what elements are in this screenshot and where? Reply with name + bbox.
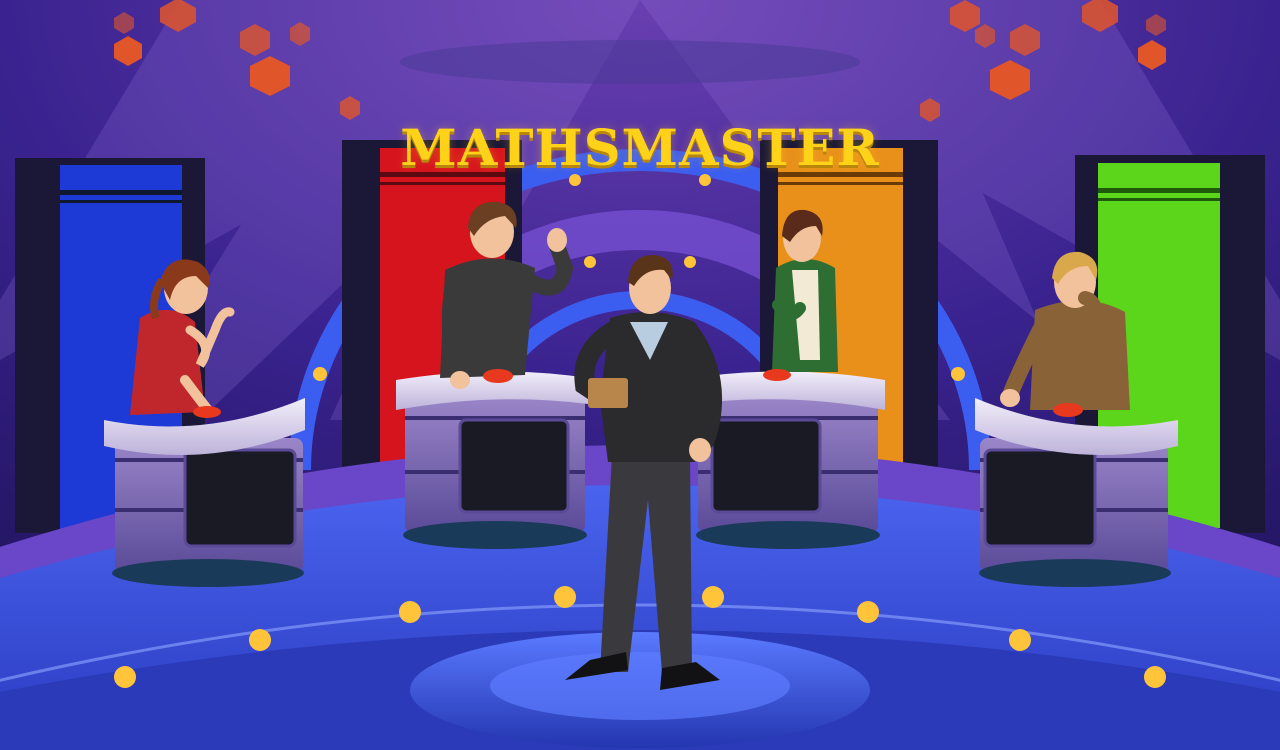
podium-2 <box>396 371 588 549</box>
buzzer-button-2[interactable] <box>483 369 513 383</box>
buzzer-button-1[interactable] <box>193 406 221 418</box>
buzzer-button-3[interactable] <box>763 369 791 381</box>
buzzer-button-4[interactable] <box>1053 403 1083 417</box>
game-stage: MATHSMASTER <box>0 0 1280 750</box>
studio-scene <box>0 0 1280 750</box>
podium-4 <box>975 398 1178 587</box>
host-pedestal <box>410 632 870 750</box>
faded-logo <box>400 40 860 84</box>
podium-1 <box>104 398 305 587</box>
